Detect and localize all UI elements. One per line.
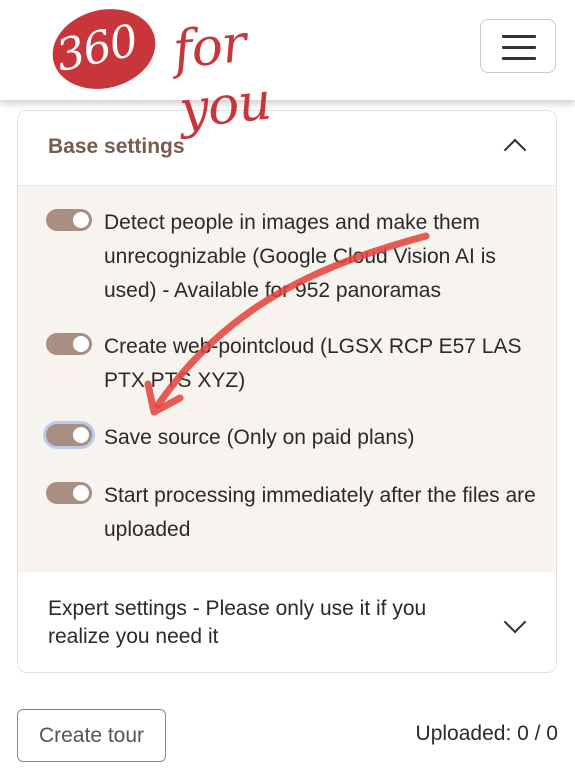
toggle-knob [73,212,89,228]
toggle-save-source[interactable] [46,424,92,446]
option-label: Detect people in images and make them un… [104,211,496,302]
expert-settings-header[interactable]: Expert settings - Please only use it if … [18,572,556,672]
page: 360 for you Base settings Detect people … [0,0,575,782]
option-save-source: Save source (Only on paid plans) [46,421,516,455]
logo-number: 360 [51,15,142,82]
hamburger-icon-bar [502,46,536,49]
base-settings-body: Detect people in images and make them un… [18,186,556,572]
option-start-processing: Start processing immediately after the f… [46,479,536,547]
option-detect-people: Detect people in images and make them un… [46,206,516,308]
hamburger-icon-bar [502,57,536,60]
chevron-up-icon[interactable] [503,138,527,162]
top-header: 360 for you [0,0,575,141]
create-tour-button[interactable]: Create tour [17,709,166,762]
menu-button[interactable] [480,19,556,73]
logo[interactable]: 360 for you [44,0,348,141]
base-settings-title: Base settings [48,135,185,158]
toggle-knob [73,336,89,352]
toggle-start-processing[interactable] [46,482,92,504]
option-label: Save source (Only on paid plans) [104,426,415,449]
hamburger-icon [502,35,536,38]
logo-text: for you [170,13,274,141]
option-web-pointcloud: Create web-pointcloud (LGSX RCP E57 LAS … [46,330,522,398]
toggle-knob [73,427,89,443]
chevron-down-icon[interactable] [503,610,527,634]
toggle-detect-people[interactable] [46,209,92,231]
expert-settings-title: Expert settings - Please only use it if … [48,597,427,648]
option-label: Create web-pointcloud (LGSX RCP E57 LAS … [104,335,522,392]
toggle-web-pointcloud[interactable] [46,333,92,355]
upload-status: Uploaded: 0 / 0 [380,722,558,746]
toggle-knob [73,485,89,501]
uploaded-label: Uploaded: [415,722,512,745]
option-label: Start processing immediately after the f… [104,484,536,541]
uploaded-count: 0 / 0 [517,722,558,745]
settings-card: Base settings Detect people in images an… [17,110,557,673]
